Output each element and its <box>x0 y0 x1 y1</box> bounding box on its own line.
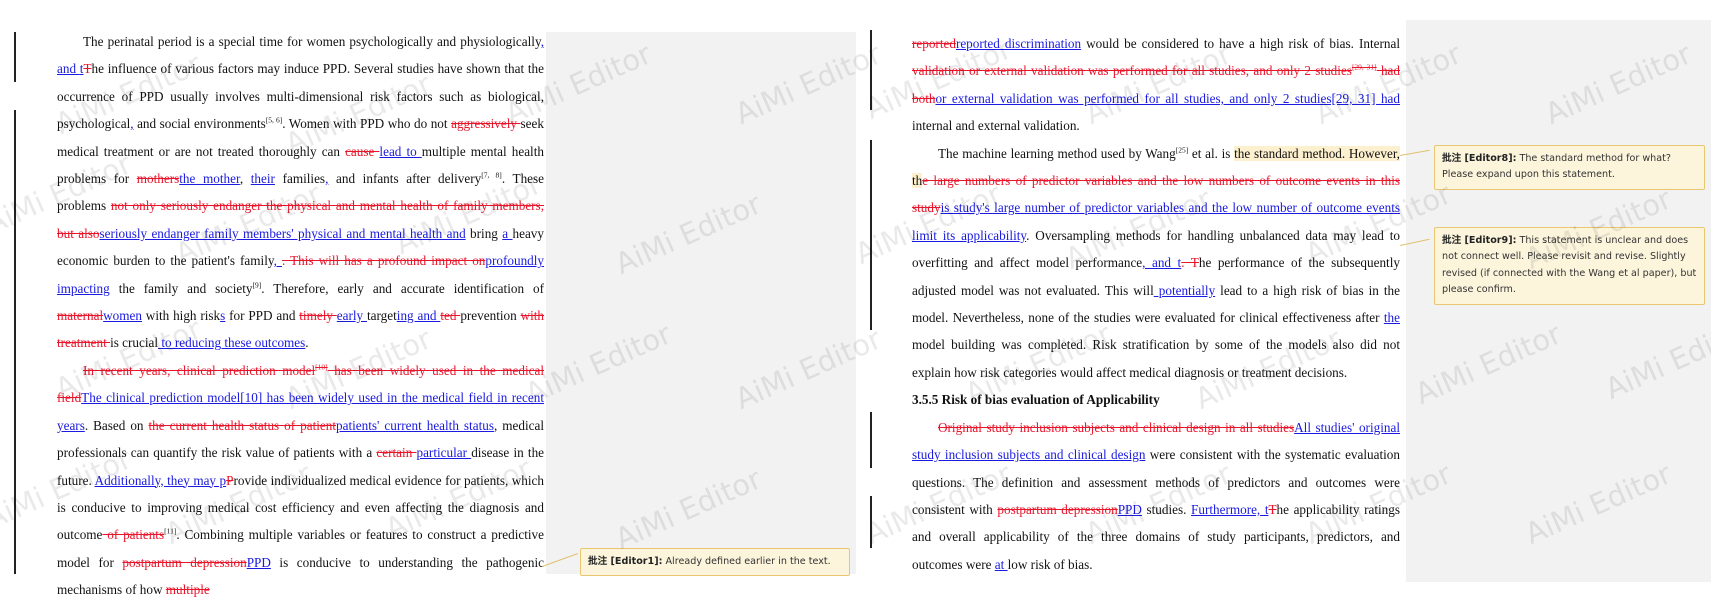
change-bar <box>870 496 872 548</box>
paragraph-intro: The perinatal period is a special time f… <box>57 34 545 351</box>
comment-editor8[interactable]: 批注 [Editor8]: The standard method for wh… <box>1434 145 1705 190</box>
comment-editor9[interactable]: 批注 [Editor9]: This statement is unclear … <box>1434 227 1705 305</box>
paragraph-machine-learning: The machine learning method used by Wang… <box>912 145 1401 380</box>
section-heading: 3.5.5 Risk of bias evaluation of Applica… <box>912 392 1160 408</box>
paragraph-applicability: Original study inclusion subjects and cl… <box>912 419 1400 572</box>
paragraph-validation: reportedreported discrimination would be… <box>912 36 1400 134</box>
change-bar <box>870 140 872 330</box>
comment-editor1[interactable]: 批注 [Editor1]: Already defined earlier in… <box>580 548 850 577</box>
paragraph-clinical-prediction: In recent years, clinical prediction mod… <box>57 362 545 598</box>
change-bar <box>14 110 16 574</box>
left-body-text: The perinatal period is a special time f… <box>57 28 544 604</box>
left-comment-margin <box>546 32 856 574</box>
left-page: The perinatal period is a special time f… <box>0 0 856 611</box>
right-page: reportedreported discrimination would be… <box>856 0 1711 611</box>
right-body-text: reportedreported discrimination would be… <box>912 30 1400 578</box>
change-bar <box>14 32 16 82</box>
change-bar <box>870 412 872 468</box>
change-bar <box>870 30 872 110</box>
